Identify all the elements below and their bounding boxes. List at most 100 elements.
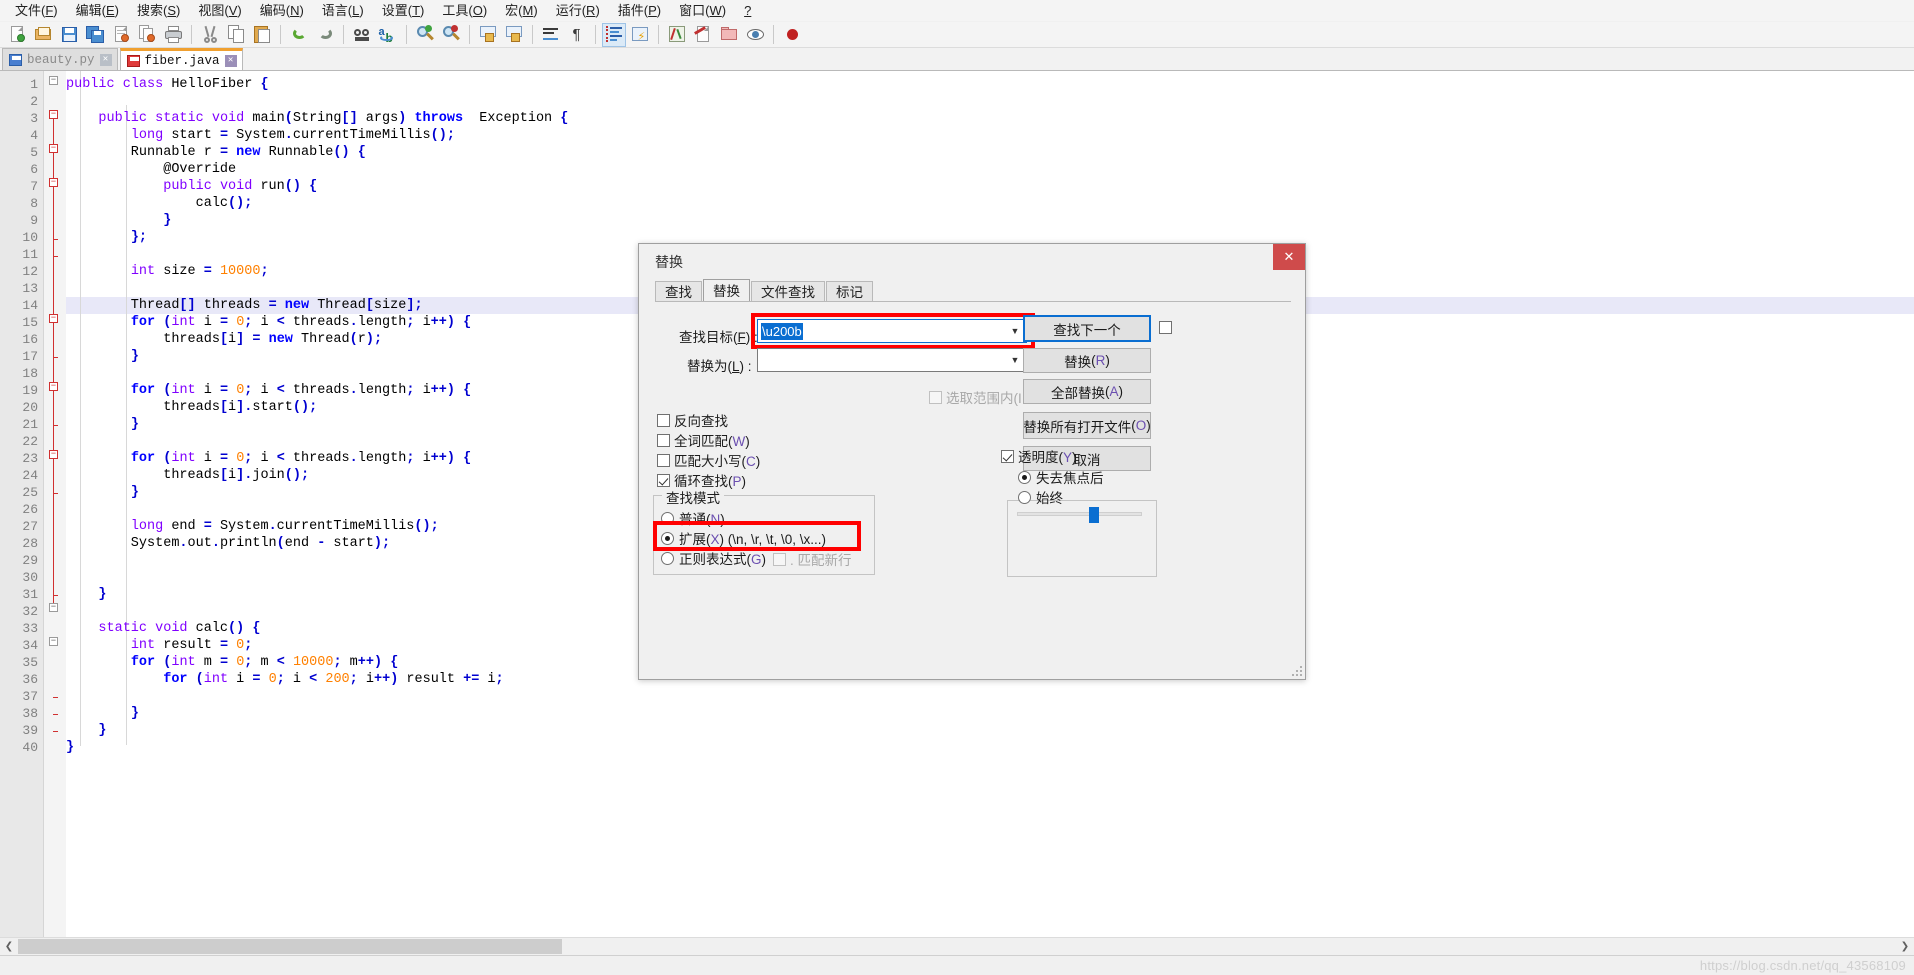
folder-as-workspace-icon[interactable] (717, 23, 741, 47)
close-all-icon[interactable] (135, 23, 159, 47)
menu-item-plugins[interactable]: 插件(P) (609, 1, 670, 21)
save-all-icon[interactable] (83, 23, 107, 47)
scroll-left-icon[interactable]: ❮ (0, 938, 18, 956)
menu-item-search[interactable]: 搜索(S) (128, 1, 189, 21)
menu-bar: 文件(F) 编辑(E) 搜索(S) 视图(V) 编码(N) 语言(L) 设置(T… (0, 0, 1914, 22)
new-file-icon[interactable] (5, 23, 29, 47)
line-number: 20 (0, 399, 38, 416)
red-save-icon (127, 55, 140, 67)
scroll-track[interactable] (18, 938, 1896, 956)
find-next-button[interactable]: 查找下一个 (1023, 315, 1151, 342)
tab-beauty-py[interactable]: beauty.py ✕ (2, 48, 118, 70)
slider-thumb[interactable] (1089, 507, 1099, 523)
show-all-characters-icon[interactable]: ¶ (565, 23, 589, 47)
fold-marker-line-1[interactable]: − (49, 76, 58, 85)
fold-marker-line-23[interactable]: − (49, 450, 58, 459)
zoom-out-icon[interactable] (439, 23, 463, 47)
fold-marker-line-5[interactable]: − (49, 144, 58, 153)
user-defined-language-icon[interactable]: ⚡ (628, 23, 652, 47)
scroll-thumb[interactable] (18, 939, 562, 954)
close-icon[interactable]: ✕ (1273, 244, 1305, 270)
menu-item-tools[interactable]: 工具(O) (433, 1, 496, 21)
menu-item-view[interactable]: 视图(V) (189, 1, 250, 21)
replace-all-opened-files-button[interactable]: 替换所有打开文件(O) (1023, 412, 1151, 439)
replace-with-input[interactable] (761, 352, 763, 369)
show-document-map-icon[interactable] (665, 23, 689, 47)
redo-icon[interactable] (313, 23, 337, 47)
find-what-combobox[interactable]: \u200b ▼ (757, 319, 1027, 343)
close-icon[interactable]: ✕ (225, 55, 237, 67)
undo-icon[interactable] (287, 23, 311, 47)
menu-item-language[interactable]: 语言(L) (313, 1, 373, 21)
tab-find-in-files[interactable]: 文件查找 (751, 281, 825, 302)
find-icon[interactable] (350, 23, 374, 47)
close-icon[interactable]: ✕ (100, 54, 112, 66)
line-number: 22 (0, 433, 38, 450)
menu-item-macro[interactable]: 宏(M) (496, 1, 547, 21)
chevron-down-icon[interactable]: ▼ (1005, 321, 1025, 341)
replace-dialog[interactable]: 替换 ✕ 查找 替换 文件查找 标记 查找目标(F) : \u200b ▼ 替换… (638, 243, 1306, 680)
code-folding-column[interactable]: − − − − − − − − − (44, 71, 66, 937)
transparency-always-radio[interactable]: 始终 (1018, 487, 1063, 507)
match-case-checkbox[interactable]: 匹配大小写(C) (657, 450, 760, 470)
line-number: 27 (0, 518, 38, 535)
save-icon[interactable] (57, 23, 81, 47)
word-wrap-icon[interactable] (539, 23, 563, 47)
transparency-on-losing-focus-radio[interactable]: 失去焦点后 (1018, 467, 1104, 487)
menu-item-file[interactable]: 文件(F) (6, 1, 67, 21)
replace-with-combobox[interactable]: ▼ (757, 348, 1027, 372)
replace-button[interactable]: 替换(R) (1023, 348, 1151, 373)
paste-icon[interactable] (250, 23, 274, 47)
copy-icon[interactable] (224, 23, 248, 47)
menu-item-help[interactable]: ? (735, 1, 760, 21)
tab-replace[interactable]: 替换 (703, 279, 750, 302)
menu-item-encoding[interactable]: 编码(N) (251, 1, 313, 21)
horizontal-scrollbar[interactable]: ❮ ❯ (0, 937, 1914, 955)
backward-direction-checkbox[interactable]: 反向查找 (657, 410, 728, 430)
indent-guide-icon[interactable] (602, 23, 626, 47)
toolbar-separator (658, 25, 659, 44)
in-selection-checkbox[interactable]: 选取范围内(I (929, 387, 1022, 407)
sync-horizontal-scroll-icon[interactable] (502, 23, 526, 47)
function-list-icon[interactable] (691, 23, 715, 47)
fold-marker-line-3[interactable]: − (49, 110, 58, 119)
replace-icon[interactable]: a b (376, 23, 400, 47)
replace-all-button[interactable]: 全部替换(A) (1023, 379, 1151, 404)
radio-dot (661, 512, 674, 525)
search-mode-regex-radio[interactable]: 正则表达式(G) (661, 548, 766, 568)
menu-item-run[interactable]: 运行(R) (547, 1, 609, 21)
scroll-right-icon[interactable]: ❯ (1896, 938, 1914, 956)
transparency-checkbox[interactable]: 透明度(Y) (1001, 446, 1077, 466)
match-whole-word-checkbox[interactable]: 全词匹配(W) (657, 430, 750, 450)
close-file-icon[interactable] (109, 23, 133, 47)
fold-tick (53, 239, 58, 240)
tab-fiber-java[interactable]: fiber.java ✕ (120, 48, 243, 70)
record-macro-icon[interactable] (780, 23, 804, 47)
chevron-down-icon[interactable]: ▼ (1005, 350, 1025, 370)
document-preview-icon[interactable] (743, 23, 767, 47)
find-next-extra-checkbox[interactable] (1159, 321, 1172, 334)
print-icon[interactable] (161, 23, 185, 47)
fold-marker-line-15[interactable]: − (49, 314, 58, 323)
transparency-slider[interactable] (1017, 507, 1142, 521)
sync-vertical-scroll-icon[interactable] (476, 23, 500, 47)
tab-mark[interactable]: 标记 (826, 281, 873, 302)
fold-marker-line-7[interactable]: − (49, 178, 58, 187)
fold-marker-line-35[interactable]: − (49, 637, 58, 646)
menu-item-window[interactable]: 窗口(W) (670, 1, 735, 21)
fold-marker-line-19[interactable]: − (49, 382, 58, 391)
fold-marker-line-33[interactable]: − (49, 603, 58, 612)
menu-item-edit[interactable]: 编辑(E) (67, 1, 128, 21)
cut-icon[interactable] (198, 23, 222, 47)
resize-grip[interactable] (1291, 665, 1303, 677)
code-line: } (66, 348, 139, 365)
tab-find[interactable]: 查找 (655, 281, 702, 302)
search-mode-extended-radio[interactable]: 扩展(X) (\n, \r, \t, \0, \x...) (661, 528, 826, 548)
find-what-input[interactable]: \u200b (761, 323, 803, 340)
checkbox-box (657, 474, 670, 487)
menu-item-settings[interactable]: 设置(T) (373, 1, 434, 21)
open-file-icon[interactable] (31, 23, 55, 47)
zoom-in-icon[interactable] (413, 23, 437, 47)
search-mode-normal-radio[interactable]: 普通(N) (661, 508, 725, 528)
matches-newline-checkbox[interactable]: . 匹配新行 (773, 549, 852, 569)
